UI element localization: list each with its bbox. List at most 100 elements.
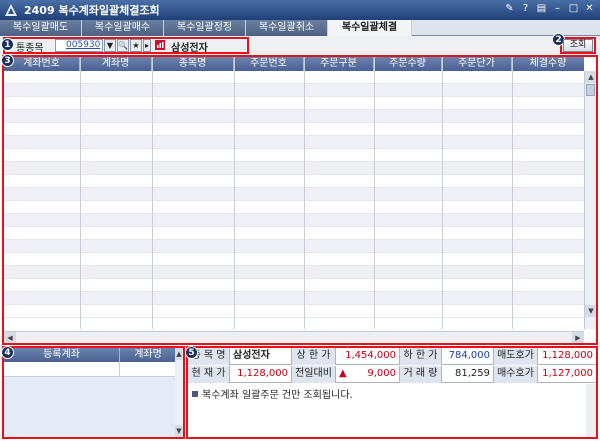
value-ask-price: 1,128,000 — [542, 350, 593, 361]
minimize-icon[interactable]: – — [551, 2, 564, 16]
label-lower-limit: 하 한 가 — [400, 348, 442, 365]
quote-info-panel: 종 목 명 삼성전자 상 한 가 1,454,000 하 한 가 784,000… — [186, 346, 598, 439]
scroll-up-icon[interactable]: ▲ — [175, 348, 183, 360]
badge-5: 5 — [185, 346, 198, 359]
grid-body — [4, 71, 584, 329]
badge-4: 4 — [1, 346, 14, 359]
col-account-name[interactable]: 계좌명 — [120, 348, 176, 362]
tab-bulk-modify[interactable]: 복수일괄정정 — [164, 20, 246, 36]
quote-scrollbar[interactable] — [586, 384, 596, 437]
value-lower-limit: 784,000 — [442, 348, 494, 365]
account-cell — [4, 362, 120, 377]
col-order-number[interactable]: 주문번호 — [234, 57, 304, 71]
table-row[interactable] — [4, 214, 584, 227]
table-row[interactable] — [4, 279, 584, 292]
value-upper-limit: 1,454,000 — [336, 348, 400, 365]
maximize-icon[interactable]: □ — [567, 2, 580, 16]
table-row[interactable] — [4, 201, 584, 214]
up-arrow-icon: ▲ — [339, 368, 347, 379]
bullet-icon — [192, 391, 198, 397]
dropdown-icon[interactable]: ▼ — [104, 39, 116, 52]
query-button[interactable]: 조회 — [563, 39, 593, 52]
col-order-price[interactable]: 주문단가 — [442, 57, 512, 71]
table-row[interactable] — [4, 227, 584, 240]
scroll-up-icon[interactable]: ▲ — [585, 71, 596, 83]
table-row[interactable] — [4, 253, 584, 266]
col-exec-qty[interactable]: 체결수량 — [512, 57, 584, 71]
change-cell: ▲ 9,000 — [336, 366, 400, 383]
grid-divider — [304, 57, 305, 329]
value-stock-name: 삼성전자 — [230, 348, 292, 365]
table-row[interactable] — [4, 136, 584, 149]
tab-bar: 복수일괄매도 복수일괄매수 복수일괄정정 복수일괄취소 복수일괄체결 — [0, 20, 600, 36]
scroll-right-icon[interactable]: ▶ — [572, 332, 584, 343]
label-bid-price: 매수호가 — [494, 366, 538, 383]
window-title: 2409 복수계좌일괄체결조회 — [24, 4, 160, 17]
value-current-price: 1,128,000 — [230, 366, 292, 383]
notice-text-wrap: 복수계좌 일괄주문 건만 조회됩니다. — [192, 386, 353, 401]
order-grid: 계좌번호 계좌명 종목명 주문번호 주문구분 주문수량 주문단가 체결수량 ▲ … — [2, 55, 598, 345]
grid-horizontal-scrollbar[interactable]: ◀ ▶ — [4, 331, 584, 343]
col-account-name[interactable]: 계좌명 — [80, 57, 152, 71]
table-row[interactable] — [4, 110, 584, 123]
title-bar: 2409 복수계좌일괄체결조회 ✎ ? ▤ – □ ✕ — [0, 0, 600, 20]
quote-row-2: 현 재 가 1,128,000 전일대비 ▲ 9,000 거 래 량 81,25… — [188, 366, 596, 383]
account-list-scrollbar[interactable]: ▲ ▼ — [175, 348, 183, 437]
table-row[interactable] — [4, 292, 584, 305]
badge-1: 1 — [1, 38, 14, 51]
label-current-price: 현 재 가 — [188, 366, 230, 383]
grid-divider — [374, 57, 375, 329]
table-row[interactable] — [4, 71, 584, 84]
menu-icon[interactable]: ▤ — [535, 2, 548, 16]
badge-3: 3 — [1, 54, 14, 67]
scroll-left-icon[interactable]: ◀ — [4, 332, 16, 343]
app-logo-icon — [4, 3, 18, 17]
col-registered-account[interactable]: 등록계좌 — [4, 348, 120, 362]
grid-divider — [234, 57, 235, 329]
label-change: 전일대비 — [292, 366, 336, 383]
value-change: 9,000 — [367, 368, 396, 379]
pin-icon[interactable]: ✎ — [503, 2, 516, 16]
col-account-number[interactable]: 계좌번호 — [4, 57, 80, 71]
table-row[interactable] — [4, 175, 584, 188]
stock-chart-icon — [155, 40, 165, 50]
value-volume: 81,259 — [442, 366, 494, 383]
close-icon[interactable]: ✕ — [583, 2, 596, 16]
list-item[interactable] — [4, 362, 176, 377]
table-row[interactable] — [4, 266, 584, 279]
table-row[interactable] — [4, 240, 584, 253]
help-icon[interactable]: ? — [519, 2, 532, 16]
col-order-qty[interactable]: 주문수량 — [374, 57, 442, 71]
next-arrow-icon[interactable]: ▸ — [143, 39, 151, 52]
table-row[interactable] — [4, 84, 584, 97]
account-list-header: 등록계좌 계좌명 — [4, 348, 176, 362]
col-order-type[interactable]: 주문구분 — [304, 57, 374, 71]
scroll-down-icon[interactable]: ▼ — [585, 305, 596, 317]
table-row[interactable] — [4, 188, 584, 201]
grid-vertical-scrollbar[interactable]: ▲ ▼ — [584, 71, 596, 329]
tab-bulk-execution[interactable]: 복수일괄체결 — [328, 20, 412, 36]
grid-header: 계좌번호 계좌명 종목명 주문번호 주문구분 주문수량 주문단가 체결수량 — [4, 57, 584, 71]
star-icon[interactable]: ★ — [130, 39, 142, 52]
table-row[interactable] — [4, 162, 584, 175]
notice-text: 복수계좌 일괄주문 건만 조회됩니다. — [202, 390, 353, 401]
table-row[interactable] — [4, 149, 584, 162]
grid-divider — [152, 57, 153, 329]
stock-code-input[interactable]: 005930 — [55, 39, 103, 52]
label-volume: 거 래 량 — [400, 366, 442, 383]
search-icon[interactable]: 🔍 — [117, 39, 129, 52]
tab-bulk-buy[interactable]: 복수일괄매수 — [82, 20, 164, 36]
label-upper-limit: 상 한 가 — [292, 348, 336, 365]
table-row[interactable] — [4, 123, 584, 136]
tab-bulk-cancel[interactable]: 복수일괄취소 — [246, 20, 328, 36]
scroll-down-icon[interactable]: ▼ — [175, 425, 183, 437]
label-ask-price: 매도호가 — [494, 348, 538, 365]
scroll-thumb[interactable] — [586, 84, 595, 96]
grid-divider — [442, 57, 443, 329]
stock-name-display: 삼성전자 — [171, 43, 208, 54]
table-row[interactable] — [4, 305, 584, 318]
table-row[interactable] — [4, 97, 584, 110]
col-stock-name[interactable]: 종목명 — [152, 57, 234, 71]
tab-bulk-sell[interactable]: 복수일괄매도 — [0, 20, 82, 36]
account-list-panel: 등록계좌 계좌명 ▲ ▼ — [2, 346, 185, 439]
